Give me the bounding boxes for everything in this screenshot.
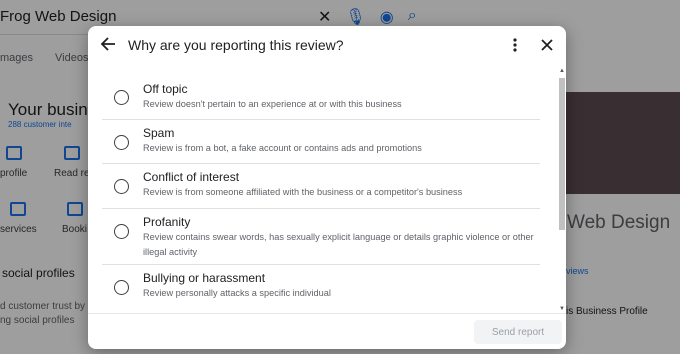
option-off-topic[interactable]: Off topic Review doesn't pertain to an e… <box>102 72 540 120</box>
report-options-list: Off topic Review doesn't pertain to an e… <box>88 72 558 312</box>
dialog-title: Why are you reporting this review? <box>128 37 344 53</box>
radio-off-topic[interactable] <box>114 90 129 105</box>
option-label: Bullying or harassment <box>143 271 266 285</box>
close-icon[interactable] <box>540 38 554 52</box>
option-spam[interactable]: Spam Review is from a bot, a fake accoun… <box>102 119 540 164</box>
option-profanity[interactable]: Profanity Review contains swear words, h… <box>102 208 540 265</box>
scroll-up-arrow-icon[interactable]: ▲ <box>559 68 565 74</box>
radio-bullying-or-harassment[interactable] <box>114 280 129 295</box>
option-description: Review personally attacks a specific ind… <box>143 288 331 298</box>
dialog-header: Why are you reporting this review? <box>88 26 566 66</box>
option-bullying-or-harassment[interactable]: Bullying or harassment Review personally… <box>102 264 540 312</box>
more-vert-icon[interactable] <box>508 37 522 53</box>
radio-conflict-of-interest[interactable] <box>114 179 129 194</box>
option-description: Review is from someone affiliated with t… <box>143 187 463 197</box>
option-label: Profanity <box>143 215 191 229</box>
option-description: Review contains swear words, has sexuall… <box>143 232 534 257</box>
scrollbar-thumb[interactable] <box>559 78 565 230</box>
radio-profanity[interactable] <box>114 224 129 239</box>
option-label: Conflict of interest <box>143 170 240 184</box>
option-description: Review doesn't pertain to an experience … <box>143 99 402 109</box>
option-conflict-of-interest[interactable]: Conflict of interest Review is from some… <box>102 163 540 209</box>
radio-spam[interactable] <box>114 135 129 150</box>
arrow-left-icon[interactable] <box>100 36 116 52</box>
dialog-footer: Send report <box>88 313 566 349</box>
option-description: Review is from a bot, a fake account or … <box>143 143 422 153</box>
option-label: Off topic <box>143 82 188 96</box>
scroll-down-arrow-icon[interactable]: ▼ <box>559 306 565 312</box>
option-label: Spam <box>143 126 175 140</box>
report-review-dialog: Why are you reporting this review? Off t… <box>88 26 566 349</box>
send-report-button[interactable]: Send report <box>474 320 562 344</box>
options-scrollbar[interactable]: ▲ ▼ <box>558 68 566 313</box>
